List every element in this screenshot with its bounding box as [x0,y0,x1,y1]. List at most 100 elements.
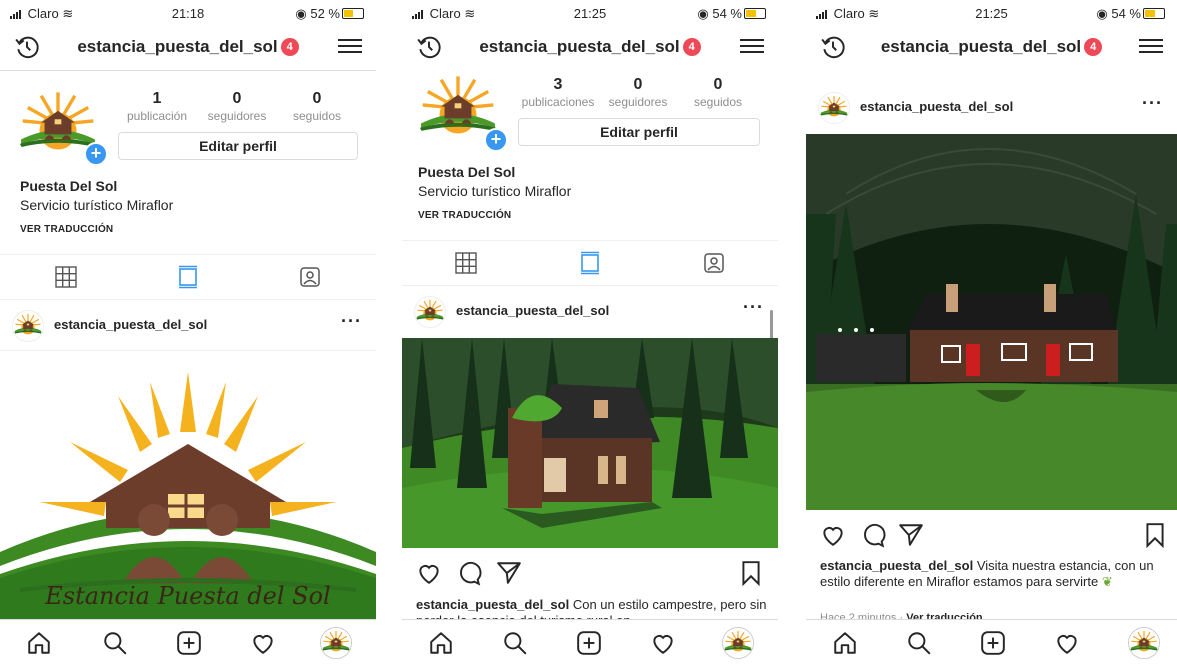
stat-posts[interactable]: 1 publicación [120,90,194,123]
alarm-icon: ◉ [295,6,307,21]
post-username[interactable]: estancia_puesta_del_sol [456,303,609,318]
post-header: estancia_puesta_del_sol ··· [402,286,778,336]
stat-followers[interactable]: 0 seguidores [600,76,676,109]
feed-icon[interactable] [176,265,200,289]
stat-posts[interactable]: 3 publicaciones [518,76,598,109]
alarm-icon: ◉ [1096,6,1108,21]
add-story-button[interactable]: + [84,142,108,166]
post-image-house[interactable] [806,134,1177,510]
post-caption: estancia_puesta_del_sol Visita nuestra e… [820,558,1167,590]
nav-username: estancia_puesta_del_sol [880,37,1082,56]
notification-badge[interactable]: 4 [682,38,701,56]
status-bar: Claro ≋ 21:18 ◉ 52 % [0,0,376,26]
share-icon[interactable] [898,522,924,548]
profile-tab-avatar[interactable] [320,627,352,659]
heart-icon[interactable] [820,522,846,548]
add-story-button[interactable]: + [484,128,508,152]
home-icon[interactable] [832,630,858,656]
more-icon[interactable]: ··· [341,311,362,332]
comment-icon[interactable] [860,522,886,548]
caption-username[interactable]: estancia_puesta_del_sol [820,558,973,573]
stat-following[interactable]: 0 seguidos [682,76,754,109]
battery-icon [342,8,364,19]
profile-bio: Servicio turístico Miraflor [20,197,174,213]
bottom-tab-bar [0,619,376,664]
search-icon[interactable] [502,630,528,656]
house-render [806,134,1177,510]
nav-username: estancia_puesta_del_sol [77,37,278,56]
grid-icon[interactable] [54,265,78,289]
see-translation-link[interactable]: VER TRADUCCIÓN [20,224,113,235]
grid-icon[interactable] [454,251,478,275]
menu-icon[interactable] [338,36,362,58]
more-icon[interactable]: ··· [1142,93,1163,114]
activity-icon[interactable] [250,630,276,656]
top-nav: estancia_puesta_del_sol 4 [0,26,376,71]
profile-tabs [0,254,376,300]
edit-profile-button[interactable]: Editar perfil [518,118,760,146]
share-icon[interactable] [496,560,522,586]
activity-icon[interactable] [650,630,676,656]
profile-name: Puesta Del Sol [20,178,118,194]
screen-post-detail: Claro ≋ 21:25 ◉ 54 % estancia_puesta_del… [806,0,1177,664]
screen-profile-1: Claro ≋ 21:18 ◉ 52 % estancia_puesta_del… [0,0,376,664]
logo-illustration [0,352,376,620]
activity-icon[interactable] [1054,630,1080,656]
home-icon[interactable] [428,630,454,656]
stat-followers[interactable]: 0 seguidores [200,90,274,123]
notification-badge[interactable]: 4 [280,38,299,56]
search-icon[interactable] [906,630,932,656]
top-nav: estancia_puesta_del_sol 4 [402,26,778,70]
profile-name: Puesta Del Sol [418,164,516,180]
profile-bio: Servicio turístico Miraflor [418,183,572,199]
post-header: estancia_puesta_del_sol ··· [806,82,1177,132]
battery-percent: 52 % [310,6,340,21]
profile-tabs [402,240,778,286]
post-avatar[interactable] [12,310,44,342]
tagged-icon[interactable] [702,251,726,275]
stat-following[interactable]: 0 seguidos [282,90,352,123]
more-icon[interactable]: ··· [743,297,764,318]
logo-text: Estancia Puesta del Sol [45,582,331,610]
post-username[interactable]: estancia_puesta_del_sol [860,99,1013,114]
add-icon[interactable] [980,630,1006,656]
status-bar: Claro ≋ 21:25 ◉ 54 % [402,0,778,26]
bookmark-icon[interactable] [1142,522,1168,548]
profile-tab-avatar[interactable] [722,627,754,659]
screen-profile-2: Claro ≋ 21:25 ◉ 54 % estancia_puesta_del… [402,0,778,664]
see-translation-link[interactable]: VER TRADUCCIÓN [418,210,511,221]
cabin-render [402,338,778,548]
home-icon[interactable] [26,630,52,656]
battery-percent: 54 % [712,6,742,21]
post-image-logo[interactable]: Estancia Puesta del Sol [0,352,376,620]
post-username[interactable]: estancia_puesta_del_sol [54,317,207,332]
menu-icon[interactable] [1139,36,1163,58]
notification-badge[interactable]: 4 [1084,38,1103,56]
search-icon[interactable] [102,630,128,656]
battery-percent: 54 % [1111,6,1141,21]
post-avatar[interactable] [414,296,446,328]
battery-icon [744,8,766,19]
caption-username[interactable]: estancia_puesta_del_sol [416,597,569,612]
post-actions [402,552,778,592]
add-icon[interactable] [576,630,602,656]
top-nav: estancia_puesta_del_sol 4 [806,26,1177,70]
battery-icon [1143,8,1165,19]
bottom-tab-bar [806,619,1177,664]
nav-username: estancia_puesta_del_sol [479,37,680,56]
profile-tab-avatar[interactable] [1128,627,1160,659]
post-image-cabin[interactable] [402,338,778,548]
feed-icon[interactable] [578,251,602,275]
leaf-icon: ❦ [1101,574,1113,589]
status-bar: Claro ≋ 21:25 ◉ 54 % [806,0,1177,26]
tagged-icon[interactable] [298,265,322,289]
post-avatar[interactable] [818,92,850,124]
menu-icon[interactable] [740,36,764,58]
add-icon[interactable] [176,630,202,656]
comment-icon[interactable] [456,560,482,586]
alarm-icon: ◉ [697,6,709,21]
bookmark-icon[interactable] [738,560,764,586]
edit-profile-button[interactable]: Editar perfil [118,132,358,160]
heart-icon[interactable] [416,560,442,586]
bottom-tab-bar [402,619,778,664]
